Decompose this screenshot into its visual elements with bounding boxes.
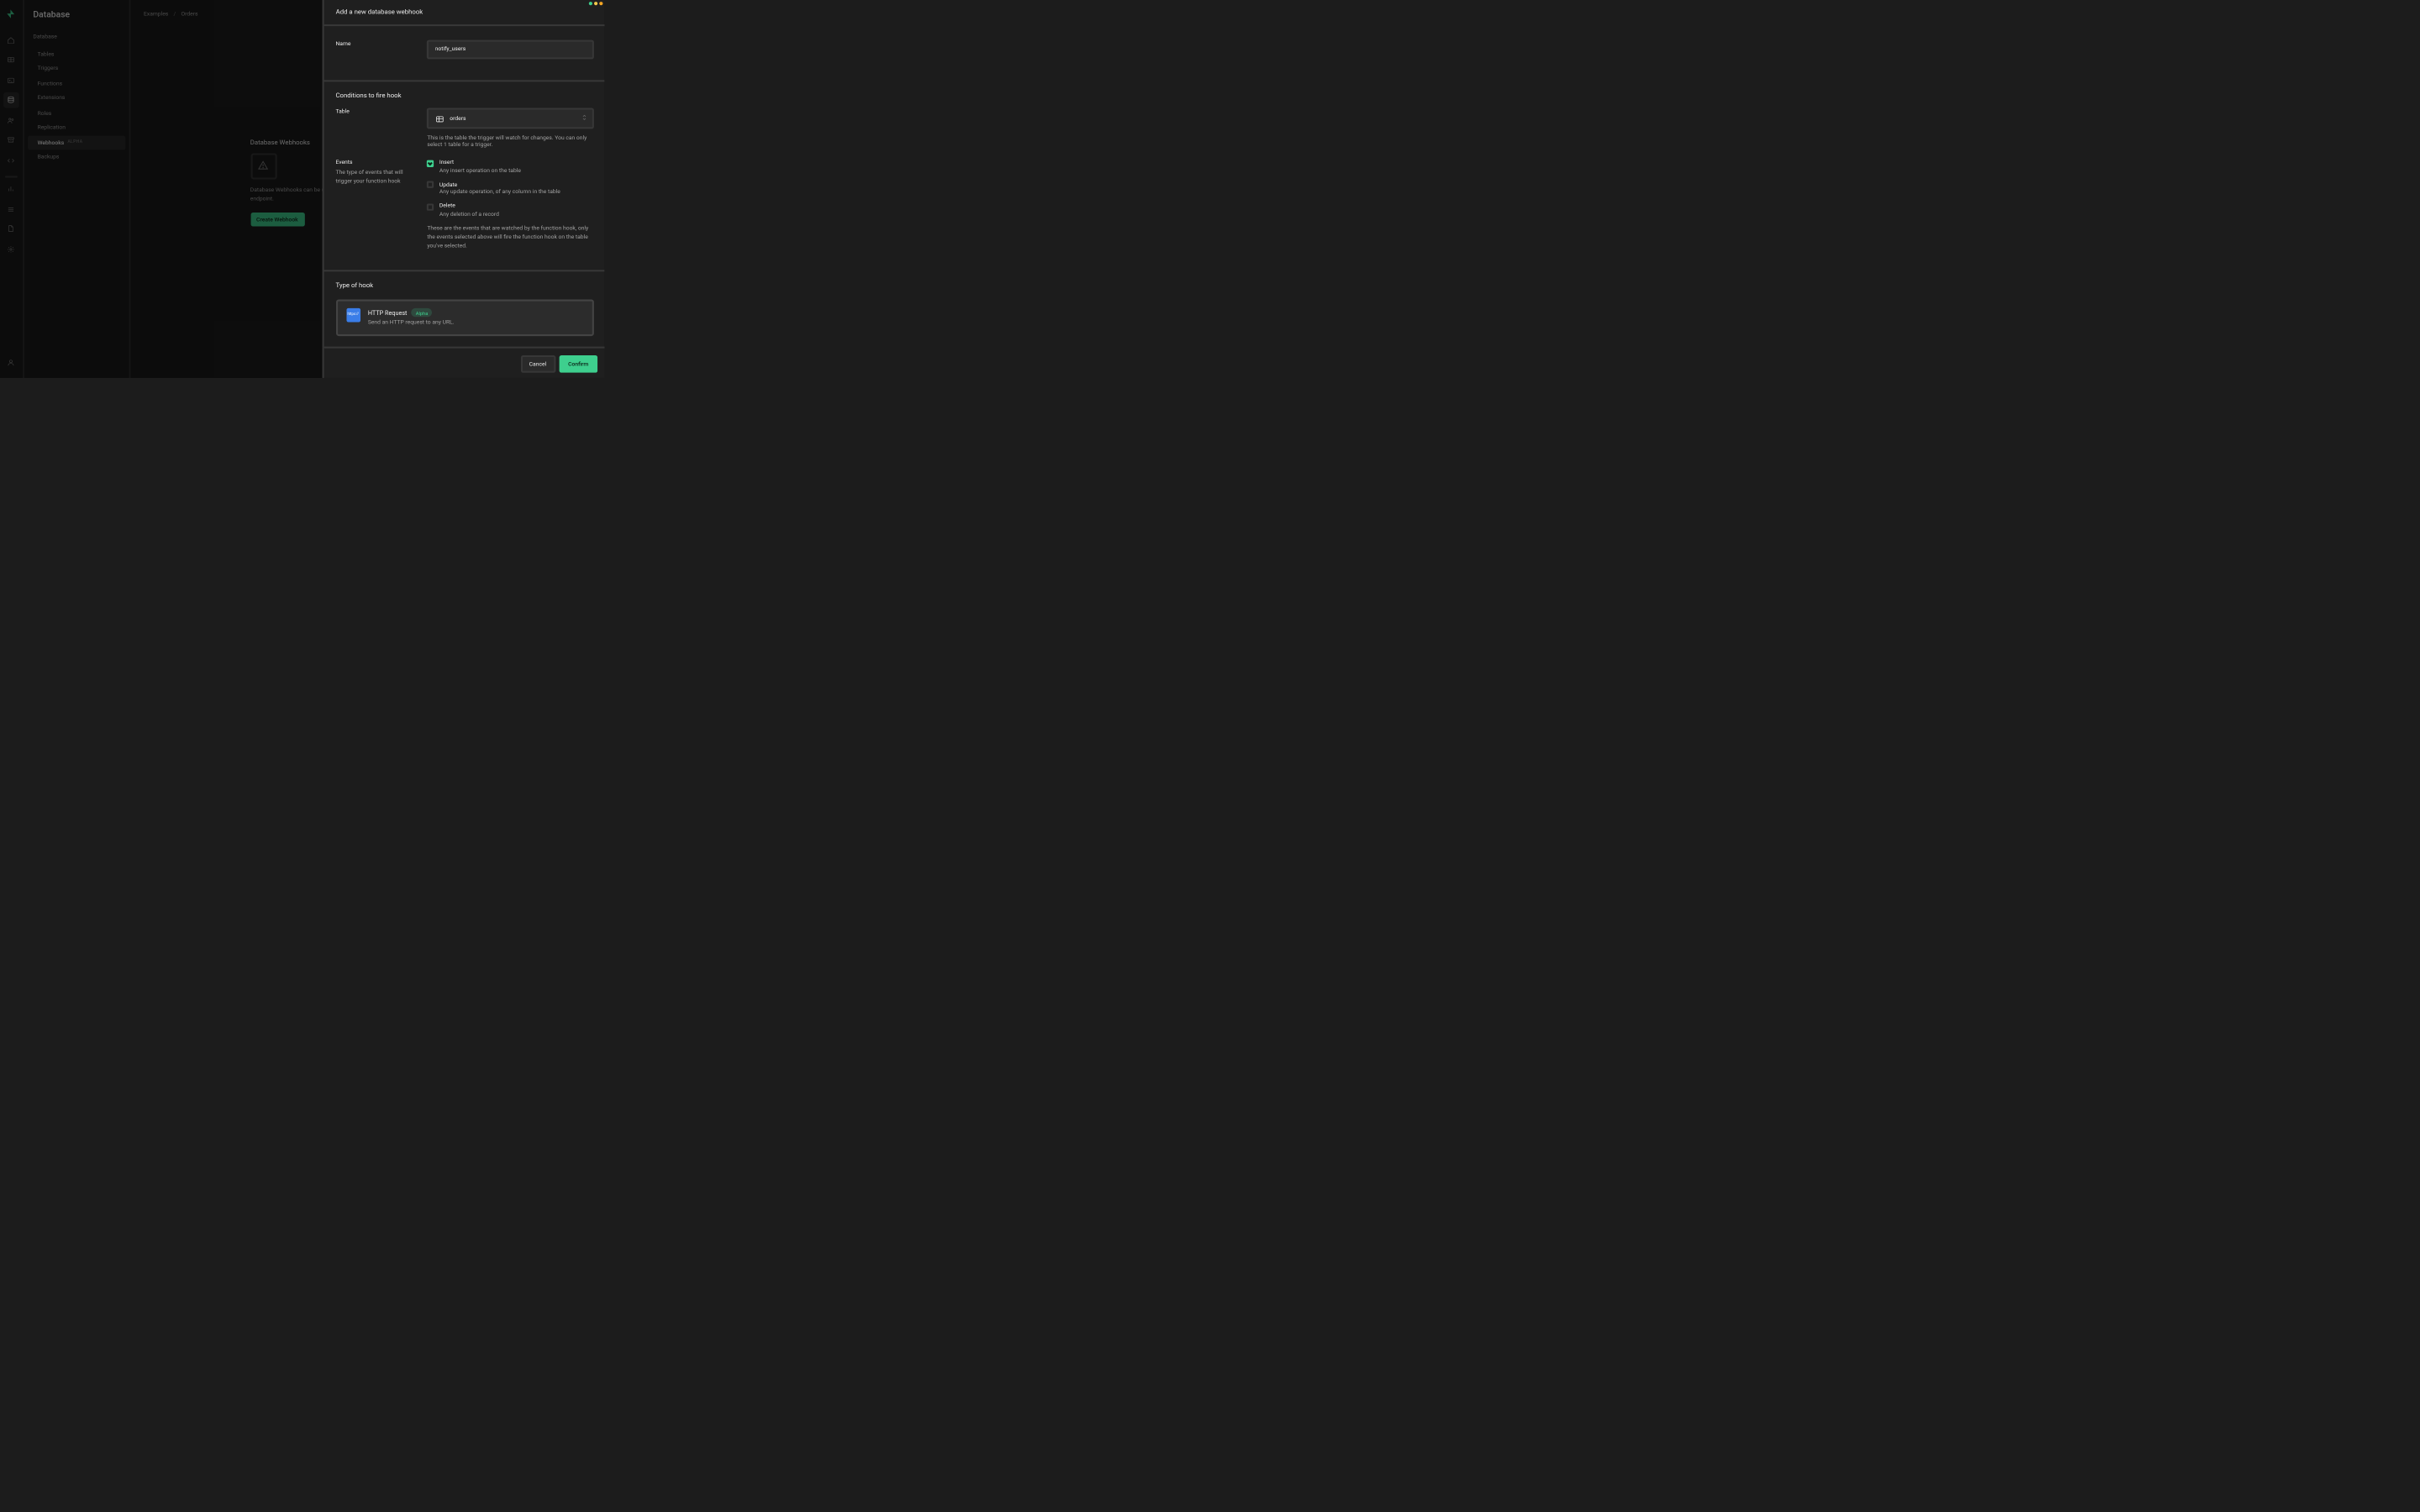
drawer-title: Add a new database webhook bbox=[324, 0, 605, 26]
checkbox-desc: Any update operation, of any column in t… bbox=[439, 188, 593, 195]
events-helper: These are the events that are watched by… bbox=[428, 224, 594, 249]
table-value: orders bbox=[450, 115, 466, 122]
http-icon: https:// bbox=[346, 309, 360, 323]
checkbox-update[interactable]: Update Any update operation, of any colu… bbox=[428, 181, 594, 196]
checkbox-desc: Any deletion of a record bbox=[439, 210, 593, 217]
events-hint: The type of events that will trigger you… bbox=[336, 169, 414, 186]
conditions-title: Conditions to fire hook bbox=[336, 92, 594, 98]
checkbox-delete[interactable]: Delete Any deletion of a record bbox=[428, 202, 594, 218]
drawer-footer: Cancel Confirm bbox=[324, 347, 605, 378]
traffic-lights bbox=[589, 3, 602, 6]
confirm-button[interactable]: Confirm bbox=[560, 354, 597, 372]
section-name: Name bbox=[324, 26, 605, 81]
table-select[interactable]: orders bbox=[428, 108, 594, 129]
table-label: Table bbox=[336, 108, 414, 115]
checkbox-icon[interactable] bbox=[428, 203, 434, 210]
checkbox-icon[interactable] bbox=[428, 181, 434, 188]
webhook-name-input[interactable] bbox=[428, 39, 594, 59]
hook-option-supabase: Supabase Function Coming soon Choose a S… bbox=[336, 342, 594, 346]
table-helper: This is the table the trigger will watch… bbox=[428, 134, 594, 150]
section-hook-type: Type of hook https:// HTTP Request Alpha… bbox=[324, 272, 605, 346]
webhook-drawer: Add a new database webhook Name bbox=[323, 0, 605, 378]
table-icon bbox=[434, 113, 445, 123]
hook-title: HTTP Request bbox=[368, 310, 408, 317]
section-conditions: Conditions to fire hook Table orders bbox=[324, 81, 605, 272]
alpha-badge: Alpha bbox=[412, 309, 433, 318]
hook-option-http[interactable]: https:// HTTP Request Alpha Send an HTTP… bbox=[336, 299, 594, 336]
events-label: Events bbox=[336, 159, 414, 165]
modal-overlay[interactable]: Add a new database webhook Name bbox=[0, 0, 605, 378]
checkbox-label: Delete bbox=[439, 202, 593, 209]
checkbox-insert[interactable]: Insert Any insert operation on the table bbox=[428, 159, 594, 174]
checkbox-icon[interactable] bbox=[428, 160, 434, 166]
name-label: Name bbox=[336, 39, 414, 46]
hook-type-title: Type of hook bbox=[336, 283, 594, 290]
chevron-updown-icon bbox=[581, 114, 587, 123]
checkbox-label: Insert bbox=[439, 159, 593, 165]
hook-desc: Send an HTTP request to any URL. bbox=[368, 319, 455, 326]
cancel-button[interactable]: Cancel bbox=[520, 354, 555, 372]
checkbox-label: Update bbox=[439, 181, 593, 187]
checkbox-desc: Any insert operation on the table bbox=[439, 167, 593, 174]
